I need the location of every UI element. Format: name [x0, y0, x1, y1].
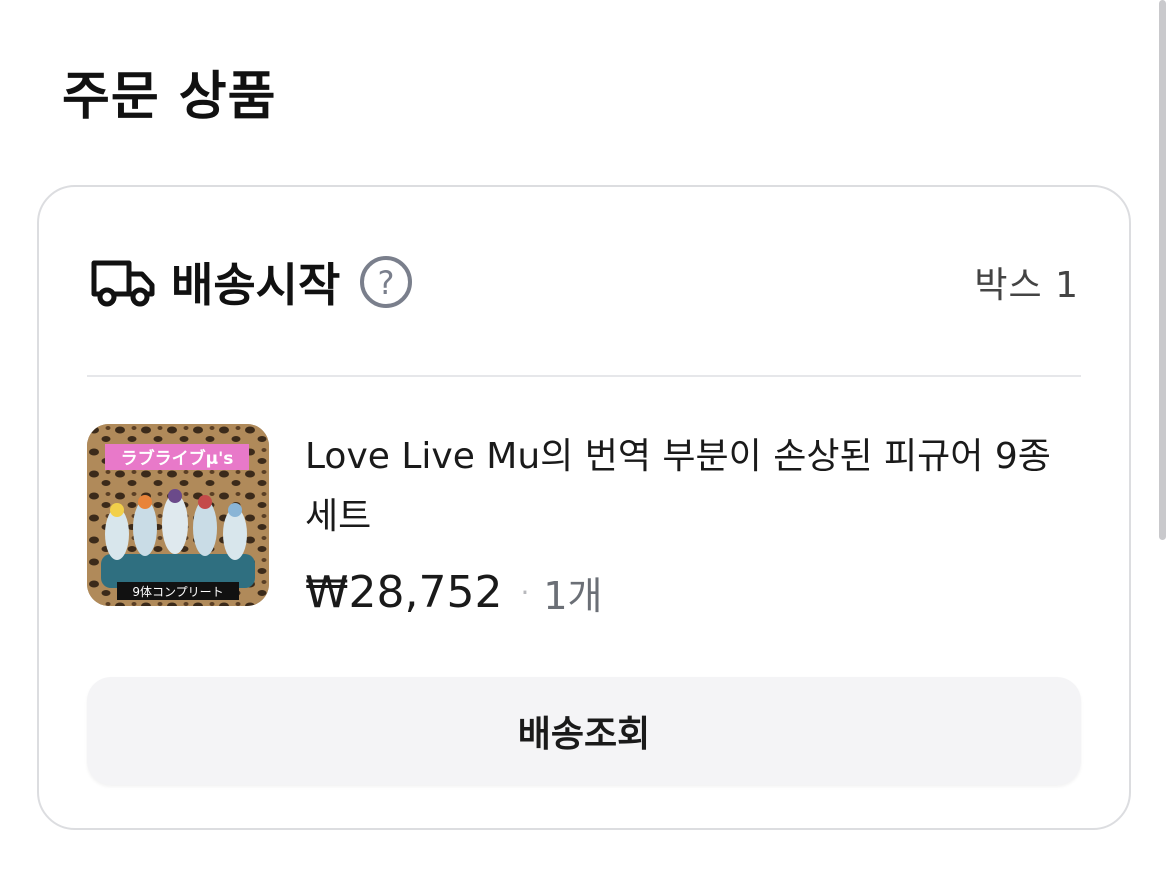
thumb-caption-text: 9体コンプリート	[132, 585, 223, 599]
order-item-card: 배송시작 ? 박스 1 ラブライブμ's 9体コンプリート Love Live …	[37, 185, 1131, 830]
product-image[interactable]: ラブライブμ's 9体コンプリート	[87, 424, 269, 606]
page-title: 주문 상품	[62, 67, 277, 127]
box-count: 박스 1	[974, 265, 1079, 306]
divider	[87, 375, 1081, 377]
truck-icon	[89, 254, 157, 310]
track-shipment-button[interactable]: 배송조회	[87, 677, 1081, 785]
scrollbar[interactable]	[1159, 0, 1166, 540]
separator-dot: ·	[520, 576, 530, 609]
product-name[interactable]: Love Live Mu의 번역 부분이 손상된 피규어 9종 세트	[305, 427, 1095, 547]
price-row: ₩28,752 · 1개	[305, 565, 603, 620]
thumb-banner-text: ラブライブμ's	[121, 448, 234, 469]
shipment-header: 배송시작 ? 박스 1	[89, 247, 1079, 317]
svg-text:?: ?	[378, 264, 395, 302]
question-circle-icon[interactable]: ?	[358, 254, 414, 310]
shipment-status: 배송시작	[171, 258, 341, 312]
product-price: ₩28,752	[305, 567, 503, 618]
product-quantity: 1개	[543, 574, 603, 618]
